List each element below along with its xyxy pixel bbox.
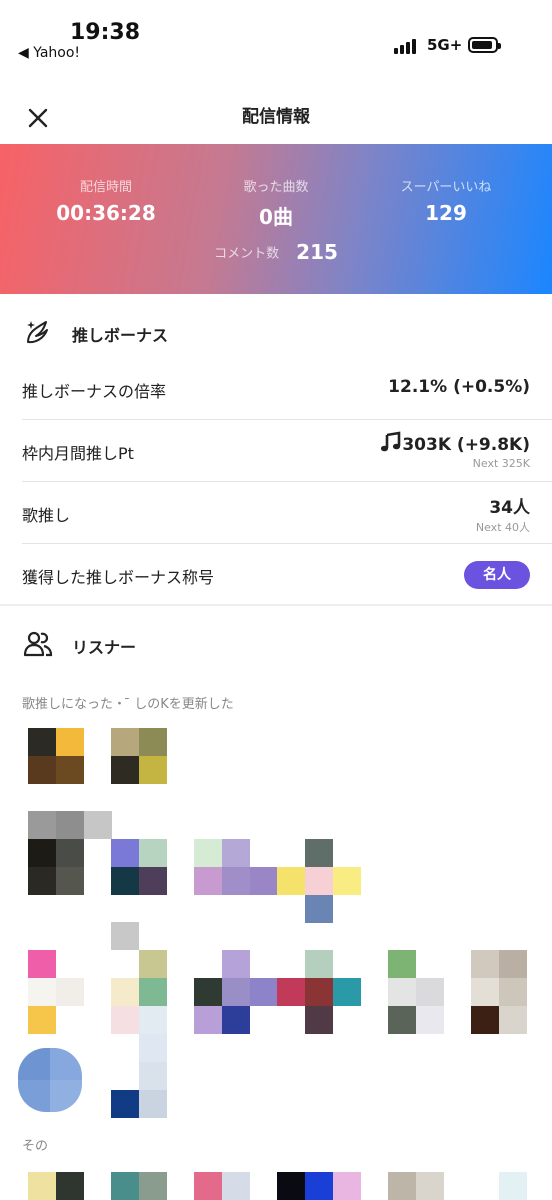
- pixel-block: [194, 1172, 222, 1200]
- stat-duration-value: 00:36:28: [56, 201, 156, 225]
- status-bar: 19:38 ◀ Yahoo! 5G+: [0, 0, 552, 80]
- stat-comments: コメント数 215: [0, 240, 552, 264]
- pixel-block: [139, 1172, 167, 1200]
- pixel-block: [416, 1006, 444, 1034]
- song-oshi-value: 34人: [489, 498, 530, 518]
- stat-songs-value: 0曲: [259, 205, 293, 229]
- pixel-block: [28, 1172, 56, 1200]
- signal-icon: [394, 38, 420, 54]
- oshi-bonus-rate-row: 推しボーナスの倍率 12.1% (+0.5%): [0, 358, 552, 420]
- pixel-block: [222, 1172, 250, 1200]
- pixel-block: [222, 1006, 250, 1034]
- stat-songs: 歌った曲数 0曲: [186, 176, 366, 230]
- listener-avatar[interactable]: [388, 950, 444, 1006]
- pixel-block: [333, 978, 361, 1006]
- listeners-title: リスナー: [72, 638, 137, 657]
- stats-banner: 配信時間 00:36:28 歌った曲数 0曲 スーパーいいね 129 コメント数…: [0, 144, 552, 294]
- listener-avatar[interactable]: [18, 1048, 82, 1112]
- pixel-block: [84, 811, 112, 839]
- pixel-block: [388, 1172, 416, 1200]
- pixel-block: [139, 1034, 167, 1062]
- listeners-caption: 歌推しになった・ ̄ しのKを更新した: [22, 697, 234, 712]
- listener-avatar[interactable]: [111, 950, 167, 1006]
- pixel-block: [277, 1172, 305, 1200]
- pixel-block: [111, 922, 139, 950]
- users-icon: [22, 628, 54, 660]
- music-note-icon: [381, 431, 401, 452]
- oshi-bonus-title: 推しボーナス: [72, 326, 169, 345]
- pixel-block: [111, 1006, 139, 1034]
- wing-icon: [22, 316, 54, 348]
- pixel-block: [499, 1172, 527, 1200]
- pixel-block: [333, 1172, 361, 1200]
- pixel-block: [56, 811, 84, 839]
- oshi-bonus-header: 推しボーナス: [0, 312, 552, 352]
- pixel-block: [194, 1006, 222, 1034]
- oshi-bonus-rate-value: 12.1% (+0.5%): [388, 377, 530, 397]
- other-listeners-caption: その: [22, 1139, 49, 1154]
- pixel-block: [305, 895, 333, 923]
- pixel-block: [111, 1090, 139, 1118]
- bonus-title-label: 獲得した推しボーナス称号: [22, 568, 215, 587]
- monthly-oshi-pt-label: 枠内月間推しPt: [22, 444, 134, 463]
- bonus-title-badge[interactable]: 名人: [464, 561, 530, 589]
- stat-duration-label: 配信時間: [79, 180, 132, 195]
- oshi-bonus-rate-label: 推しボーナスの倍率: [22, 382, 167, 401]
- bonus-title-row: 獲得した推しボーナス称号 名人: [0, 544, 552, 606]
- pixel-block: [250, 978, 278, 1006]
- pixel-block: [499, 1006, 527, 1034]
- listeners-header: リスナー: [0, 624, 552, 664]
- stat-super-likes-label: スーパーいいね: [400, 180, 492, 195]
- pixel-block: [56, 1172, 84, 1200]
- pixel-block: [250, 867, 278, 895]
- listener-avatar[interactable]: [194, 950, 250, 1006]
- listener-avatar[interactable]: [28, 728, 84, 784]
- pixel-block: [471, 1006, 499, 1034]
- header: 配信情報: [0, 80, 552, 144]
- song-oshi-label: 歌推し: [22, 506, 71, 525]
- pixel-block: [28, 811, 56, 839]
- monthly-oshi-pt-value-wrap: 303K (+9.8K): [380, 431, 530, 455]
- network-label: 5G+: [427, 36, 463, 54]
- listener-avatar[interactable]: [111, 839, 167, 895]
- stat-duration: 配信時間 00:36:28: [16, 176, 196, 225]
- battery-icon: [468, 37, 501, 53]
- stat-comments-value: 215: [296, 240, 338, 264]
- stat-super-likes: スーパーいいね 129: [356, 176, 536, 225]
- monthly-oshi-pt-next: Next 325K: [472, 457, 530, 470]
- pixel-block: [305, 1006, 333, 1034]
- stat-super-likes-value: 129: [425, 201, 467, 225]
- status-time: 19:38: [70, 20, 141, 45]
- stat-comments-label: コメント数: [214, 246, 280, 262]
- listener-avatar[interactable]: [28, 950, 84, 1006]
- pixel-block: [139, 1006, 167, 1034]
- monthly-oshi-pt-value: 303K (+9.8K): [402, 435, 530, 455]
- pixel-block: [416, 1172, 444, 1200]
- listener-avatar[interactable]: [471, 950, 527, 1006]
- pixel-block: [111, 1172, 139, 1200]
- pixel-block: [333, 867, 361, 895]
- listener-avatar[interactable]: [194, 839, 250, 895]
- page-title: 配信情報: [242, 107, 310, 127]
- listener-avatar[interactable]: [277, 839, 333, 895]
- back-to-app-link[interactable]: ◀ Yahoo!: [18, 45, 80, 61]
- song-oshi-row: 歌推し 34人 Next 40人: [0, 482, 552, 544]
- stat-songs-label: 歌った曲数: [243, 180, 309, 195]
- monthly-oshi-pt-row: 枠内月間推しPt 303K (+9.8K) Next 325K: [0, 420, 552, 482]
- pixel-block: [388, 1006, 416, 1034]
- song-oshi-next: Next 40人: [475, 521, 530, 534]
- listener-avatar[interactable]: [111, 728, 167, 784]
- section-divider: [0, 604, 552, 606]
- pixel-block: [305, 1172, 333, 1200]
- pixel-block: [28, 1006, 56, 1034]
- listener-avatar[interactable]: [277, 950, 333, 1006]
- listener-avatar[interactable]: [28, 839, 84, 895]
